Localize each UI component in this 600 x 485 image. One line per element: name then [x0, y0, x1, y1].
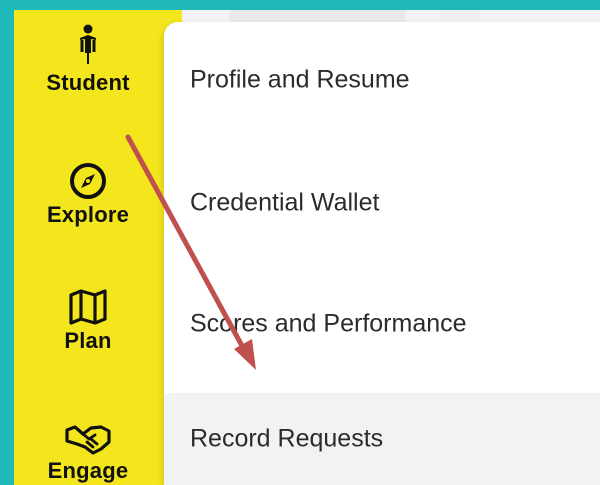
map-icon: [69, 289, 107, 325]
sidebar-item-student[interactable]: Student: [14, 24, 162, 96]
person-icon: [80, 24, 96, 64]
sidebar-item-plan[interactable]: Plan: [14, 288, 162, 354]
toolbar-segment: [440, 10, 480, 22]
menu-item-credential-wallet[interactable]: Credential Wallet: [164, 153, 600, 253]
sidebar-item-label: Engage: [47, 458, 129, 483]
student-submenu: Profile and Resume Credential Wallet Sco…: [164, 22, 600, 485]
sidebar-item-explore[interactable]: Explore: [14, 162, 162, 228]
menu-item-scores-and-performance[interactable]: Scores and Performance: [164, 274, 600, 374]
app-frame: Student Explore Plan Engage Profile and …: [14, 10, 600, 485]
menu-item-label: Record Requests: [190, 424, 384, 453]
toolbar-segment: [230, 10, 406, 22]
sidebar-item-label: Student: [46, 70, 130, 95]
menu-item-label: Profile and Resume: [190, 65, 410, 94]
handshake-icon: [65, 425, 111, 455]
sidebar-item-label: Plan: [64, 328, 112, 353]
menu-item-profile-and-resume[interactable]: Profile and Resume: [164, 30, 600, 130]
menu-item-label: Credential Wallet: [190, 188, 380, 217]
menu-item-record-requests[interactable]: Record Requests: [164, 393, 600, 485]
sidebar: Student Explore Plan Engage: [14, 10, 182, 485]
compass-icon: [70, 163, 106, 199]
sidebar-item-engage[interactable]: Engage: [14, 422, 162, 484]
sidebar-item-label: Explore: [46, 202, 130, 227]
menu-item-label: Scores and Performance: [190, 309, 467, 338]
